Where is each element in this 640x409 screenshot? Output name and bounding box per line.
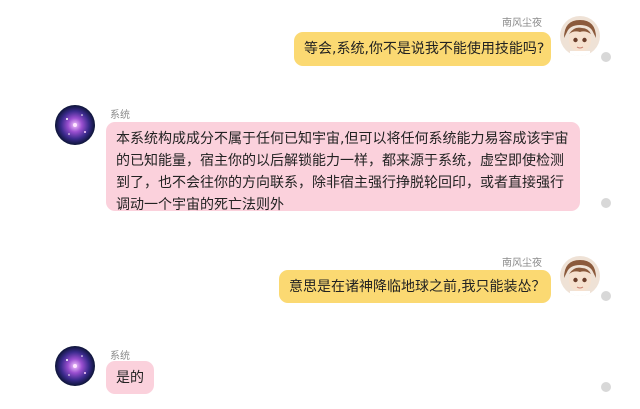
galaxy-avatar-icon[interactable]: [55, 346, 95, 386]
message-bubble: 是的: [106, 361, 154, 394]
sender-name: 南风尘夜: [502, 258, 542, 269]
anime-boy-avatar-icon[interactable]: [560, 16, 600, 56]
message-bubble: 等会,系统,你不是说我不能使用技能吗?: [294, 32, 551, 66]
message-bubble: 本系统构成成分不属于任何已知宇宙,但可以将任何系统能力易容成该宇宙的已知能量，宿…: [106, 122, 580, 213]
status-dot: [601, 382, 611, 392]
status-dot: [601, 52, 611, 62]
anime-boy-avatar-icon[interactable]: [560, 256, 600, 296]
sender-name: 系统: [110, 110, 130, 121]
message-bubble: 意思是在诸神降临地球之前,我只能装怂？: [279, 270, 551, 303]
sender-name: 系统: [110, 351, 130, 362]
status-dot: [601, 291, 611, 301]
galaxy-avatar-icon[interactable]: [55, 105, 95, 145]
sender-name: 南风尘夜: [502, 18, 542, 29]
status-dot: [601, 198, 611, 208]
